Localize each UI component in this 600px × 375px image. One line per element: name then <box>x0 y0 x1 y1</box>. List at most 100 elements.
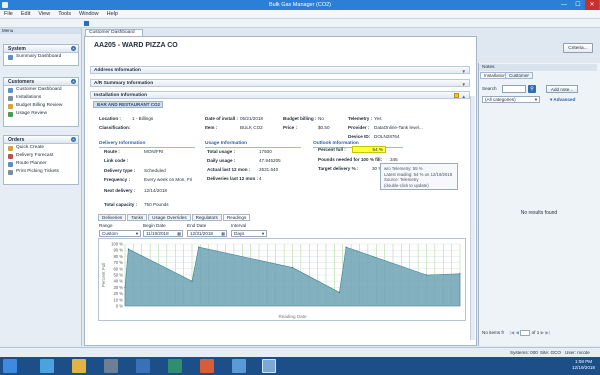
deliveries-value: 4 <box>259 176 262 181</box>
installation-band[interactable]: Installation Information ▲ <box>90 91 470 99</box>
app-icon[interactable] <box>168 359 182 373</box>
orders-section: Orders ˄ Quick Create Delivery Forecast R… <box>3 135 79 185</box>
app-icon[interactable] <box>104 359 118 373</box>
tab-tanks[interactable]: Tanks <box>127 214 148 221</box>
nav-delivery-forecast[interactable]: Delivery Forecast <box>4 152 78 160</box>
menu-bar: File Edit View Tools Window Help <box>0 10 600 19</box>
orders-section-header[interactable]: Orders ˄ <box>4 136 78 144</box>
advanced-label: Advanced <box>553 97 576 102</box>
app-icon[interactable] <box>136 359 150 373</box>
nav-route-planner[interactable]: Route Planner <box>4 160 78 168</box>
collapse-icon[interactable]: ▲ <box>462 93 466 100</box>
expand-icon[interactable]: ▼ <box>462 81 466 88</box>
minimize-button[interactable]: — <box>557 0 571 10</box>
range-label: Range <box>99 223 113 228</box>
search-input[interactable] <box>502 85 526 93</box>
ie-icon[interactable] <box>40 359 54 373</box>
frequency-value: Every week on Mon, Fri <box>144 177 193 182</box>
band-label: Installation Information <box>94 93 148 98</box>
app-icon[interactable] <box>200 359 214 373</box>
usage-group-title: Usage Information <box>205 141 248 146</box>
nav-usage-review[interactable]: Usage Review <box>4 110 78 118</box>
search-icon[interactable]: ⚲ <box>528 85 536 93</box>
advanced-link[interactable]: ▾ Advanced <box>550 97 575 103</box>
tab-readings[interactable]: Readings <box>222 214 251 221</box>
app-icon[interactable] <box>232 359 246 373</box>
budget-label: Budget billing : <box>283 116 317 121</box>
percent-full-value[interactable]: 54 % <box>352 146 386 153</box>
data-point <box>345 246 347 248</box>
folder-icon[interactable] <box>72 359 86 373</box>
menu-view[interactable]: View <box>34 10 54 18</box>
search-label: Search <box>482 86 497 91</box>
actual-usage-value: 2631.640 <box>259 167 279 172</box>
usage-icon <box>8 111 13 117</box>
nav-installations[interactable]: Installations <box>4 94 78 102</box>
tab-customer-dashboard[interactable]: Customer Dashboard <box>85 29 143 36</box>
nav-label: Customer Dashboard <box>16 87 62 92</box>
maximize-button[interactable]: ☐ <box>571 0 585 10</box>
folder-icon[interactable] <box>454 93 459 98</box>
delivery-type-value: Scheduled <box>144 168 166 173</box>
collapse-icon[interactable]: ˄ <box>71 46 76 51</box>
total-usage-value: 17500 <box>259 149 272 154</box>
customers-section-header[interactable]: Customers ˄ <box>4 78 78 86</box>
items-label: No items fr <box>482 330 505 336</box>
capacity-value: 750 Pounds <box>144 202 169 207</box>
data-point <box>191 280 193 282</box>
tab-usage-overrides[interactable]: Usage Overrides <box>148 214 191 221</box>
document-tabstrip: Customer Dashboard <box>83 28 478 36</box>
begin-date-input[interactable]: 11/10/2018 ▦ <box>143 230 183 237</box>
add-note-button[interactable]: Add note... <box>546 85 578 93</box>
menu-file[interactable]: File <box>0 10 17 18</box>
price-value: $0.50 <box>318 125 330 130</box>
address-band[interactable]: Address Information ▼ <box>90 66 470 74</box>
range-select[interactable]: Custom ▼ <box>99 230 141 237</box>
installation-tab[interactable]: BAR AND RESTAURANT CO2 <box>93 101 163 108</box>
tooltip-line: (double-click to update) <box>384 182 429 188</box>
calendar-icon[interactable]: ▦ <box>221 231 225 237</box>
nav-quick-create[interactable]: Quick Create <box>4 144 78 152</box>
menu-tools[interactable]: Tools <box>54 10 75 18</box>
first-page-icon[interactable]: |◀ ◀ <box>510 330 520 335</box>
nav-budget-billing[interactable]: Budget Billing Review <box>4 102 78 110</box>
tab-customer[interactable]: Customer <box>505 72 533 79</box>
criteria-button[interactable]: Criteria... <box>563 43 593 53</box>
bulk-gas-taskbar-icon[interactable] <box>262 359 276 373</box>
tab-deliveries[interactable]: Deliveries <box>98 214 127 221</box>
menu-edit[interactable]: Edit <box>17 10 34 18</box>
menu-help[interactable]: Help <box>103 10 122 18</box>
calendar-icon[interactable]: ▦ <box>177 231 181 237</box>
readings-chart: 100 % 90 % 80 % 70 % 60 % 50 % 40 % 30 % 20 % 10 … <box>98 238 466 321</box>
nav-print-picking[interactable]: Print Picking Tickets <box>4 168 78 176</box>
expand-icon[interactable]: ▼ <box>462 68 466 75</box>
ar-band[interactable]: A/R Summary Information ▼ <box>90 79 470 87</box>
system-section-header[interactable]: System ˄ <box>4 45 78 53</box>
pounds-needed-label: Pounds needed for 100 % fill: <box>318 157 383 162</box>
window-titlebar: Bulk Gas Manager (CO2) — ☐ ✕ <box>0 0 600 10</box>
clock-date: 12/19/2018 <box>572 365 595 370</box>
route-label: Route : <box>104 149 120 154</box>
daily-usage-value: 47.945205 <box>259 158 281 163</box>
end-date-input[interactable]: 12/31/2018 ▦ <box>187 230 227 237</box>
collapse-icon[interactable]: ˄ <box>71 137 76 142</box>
nav-customer-dashboard[interactable]: Customer Dashboard <box>4 86 78 94</box>
band-label: A/R Summary Information <box>94 81 154 86</box>
tab-regulators[interactable]: Regulators <box>191 214 222 221</box>
customers-title: Customers <box>8 79 35 85</box>
nav-summary-dashboard[interactable]: Summary Dashboard <box>4 53 78 61</box>
interval-select[interactable]: Days ▼ <box>231 230 267 237</box>
delivery-group-title: Delivery Information <box>99 141 146 146</box>
start-icon[interactable] <box>3 359 17 373</box>
center-scrollbar[interactable] <box>470 96 475 340</box>
collapse-icon[interactable]: ˄ <box>71 79 76 84</box>
dashboard-icon[interactable] <box>84 21 89 26</box>
menu-window[interactable]: Window <box>75 10 103 18</box>
category-select[interactable]: (All categories) ▼ <box>482 96 540 103</box>
page-input[interactable] <box>520 330 531 336</box>
no-results-text: No results found <box>520 210 558 216</box>
last-page-icon[interactable]: ▶ ▶| <box>541 330 551 335</box>
system-title: System <box>8 46 26 52</box>
close-button[interactable]: ✕ <box>585 0 599 10</box>
item-label: Item : <box>205 125 218 130</box>
